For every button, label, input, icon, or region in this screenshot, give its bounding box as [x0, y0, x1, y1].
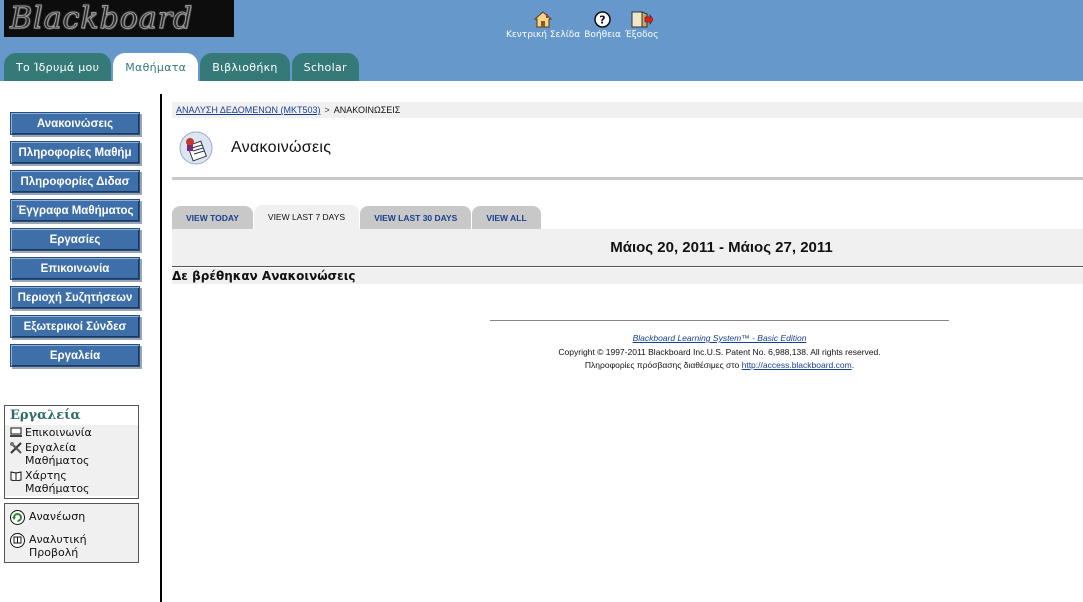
breadcrumb: ΑΝΑΛΥΣΗ ΔΕΔΟΜΕΝΩΝ (MKT503) > ΑΝΑΚΟΙΝΩΣΕΙ… [172, 102, 1083, 118]
svg-text:?: ? [599, 14, 605, 27]
tab-courses[interactable]: Μαθήματα [113, 53, 199, 81]
tab-scholar[interactable]: Scholar [291, 53, 359, 81]
menu-button-tools[interactable]: Εργαλεία [10, 344, 140, 367]
help-link[interactable]: ? Βοήθεια [584, 8, 621, 40]
menu-button-course-info[interactable]: Πληροφορίες Μαθήμ [10, 141, 140, 164]
tools-icon [10, 442, 22, 454]
menu-button-assignments[interactable]: Εργασίες [10, 228, 140, 251]
menu-button-external-links[interactable]: Εξωτερικοί Σύνδεσ [10, 315, 140, 338]
product-link[interactable]: Blackboard Learning System™ - Basic Edit… [633, 333, 807, 343]
tools-item-course-map[interactable]: Χάρτης Μαθήματος [5, 468, 138, 496]
tab-library[interactable]: Βιβλιοθήκη [200, 53, 290, 81]
title-divider [172, 177, 1083, 180]
home-icon [534, 8, 553, 28]
view-tabs: VIEW TODAY VIEW LAST 7 DAYS VIEW LAST 30… [172, 205, 542, 230]
header-bar: Blackboard Κεντρική Σελίδα ? Βοήθεια Έξο… [0, 0, 1083, 81]
access-suffix: . [851, 360, 855, 370]
footer: Blackboard Learning System™ - Basic Edit… [490, 332, 949, 373]
detail-view-link[interactable]: Αναλυτική Προβολή [5, 531, 138, 561]
tab-view-last-30-days[interactable]: VIEW LAST 30 DAYS [360, 206, 472, 230]
tools-box-title: Εργαλεία [10, 408, 81, 423]
help-icon: ? [594, 8, 611, 28]
logout-link[interactable]: Έξοδος [624, 8, 659, 40]
breadcrumb-current: ΑΝΑΚΟΙΝΩΣΕΙΣ [333, 105, 401, 115]
menu-button-announcements[interactable]: Ανακοινώσεις [10, 112, 140, 135]
access-link[interactable]: http://access.blackboard.com [742, 360, 852, 370]
tab-view-today[interactable]: VIEW TODAY [172, 206, 253, 230]
detail-view-icon [10, 533, 25, 548]
breadcrumb-separator: > [324, 105, 330, 115]
tools-item-course-tools-label: Εργαλεία Μαθήματος [25, 441, 90, 467]
blackboard-logo[interactable]: Blackboard [4, 0, 234, 37]
date-range-row: Μάιος 20, 2011 - Μάιος 27, 2011 [172, 229, 1083, 267]
copyright-text: Copyright © 1997-2011 Blackboard Inc.U.S… [558, 346, 881, 357]
announcements-icon [178, 130, 214, 170]
top-links: Κεντρική Σελίδα ? Βοήθεια Έξοδος [506, 8, 662, 40]
page-title: Ανακοινώσεις [231, 139, 332, 156]
tab-my-institution[interactable]: Το Ίδρυμά μου [4, 53, 112, 81]
footer-divider [490, 320, 949, 321]
content-divider [160, 94, 162, 602]
home-label: Κεντρική Σελίδα [506, 30, 581, 40]
access-info: Πληροφορίες πρόσβασης διαθέσιμες στο htt… [490, 359, 949, 373]
tools-item-communication-label: Επικοινωνία [25, 426, 92, 439]
access-prefix: Πληροφορίες πρόσβασης διαθέσιμες στο [584, 360, 742, 370]
main-tabs: Το Ίδρυμά μου Μαθήματα Βιβλιοθήκη Schola… [4, 53, 361, 81]
empty-message: Δε βρέθηκαν Ανακοινώσεις [172, 268, 1083, 284]
menu-button-instructor-info[interactable]: Πληροφορίες Διδασ [10, 170, 140, 193]
menu-button-communication[interactable]: Επικοινωνία [10, 257, 140, 280]
home-link[interactable]: Κεντρική Σελίδα [506, 8, 580, 40]
logo-text: Blackboard [9, 1, 194, 37]
refresh-label: Ανανέωση [29, 510, 86, 523]
tools-item-communication[interactable]: Επικοινωνία [5, 425, 138, 440]
book-icon [10, 471, 22, 481]
tab-view-all[interactable]: VIEW ALL [472, 206, 541, 230]
tools-box: Εργαλεία Επικοινωνία Εργαλεία Μαθήματος … [4, 405, 139, 499]
tools-item-course-tools[interactable]: Εργαλεία Μαθήματος [5, 440, 138, 468]
help-label: Βοήθεια [584, 30, 621, 40]
refresh-link[interactable]: Ανανέωση [5, 508, 138, 527]
menu-button-course-documents[interactable]: Έγγραφα Μαθήματος [10, 199, 140, 222]
tab-view-last-7-days[interactable]: VIEW LAST 7 DAYS [253, 205, 360, 230]
refresh-icon [10, 510, 25, 525]
date-range: Μάιος 20, 2011 - Μάιος 27, 2011 [610, 239, 833, 256]
menu-button-discussion-board[interactable]: Περιοχή Συζητήσεων [10, 286, 140, 309]
communication-icon [10, 427, 22, 437]
logout-label: Έξοδος [624, 30, 659, 40]
logout-icon [631, 8, 653, 28]
detail-view-label: Αναλυτική Προβολή [29, 533, 87, 559]
view-options-box: Ανανέωση Αναλυτική Προβολή [4, 503, 139, 563]
tools-item-course-map-label: Χάρτης Μαθήματος [25, 469, 90, 495]
breadcrumb-course-link[interactable]: ΑΝΑΛΥΣΗ ΔΕΔΟΜΕΝΩΝ (MKT503) [176, 105, 321, 115]
